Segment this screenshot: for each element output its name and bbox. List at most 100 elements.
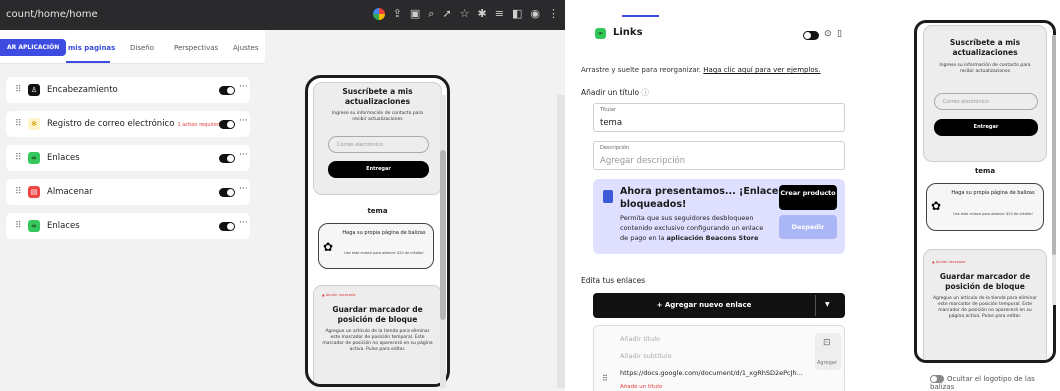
split-icon[interactable]: ◧	[512, 5, 522, 23]
drag-handle-icon[interactable]: ⠿	[602, 374, 608, 383]
submit-button[interactable]: Entregar	[328, 161, 429, 178]
section-title: tema	[367, 207, 388, 215]
link-title: Haga su propia página de balizas	[342, 230, 426, 236]
dismiss-button[interactable]: Despedir	[779, 215, 837, 239]
tab-ajustes[interactable]: Ajustes	[233, 44, 259, 52]
block-label: Enlaces	[47, 221, 80, 231]
link-title-input[interactable]: Añadir título	[620, 335, 660, 343]
person-icon: ♙	[28, 84, 40, 96]
visibility-toggle[interactable]	[219, 86, 235, 95]
block-label: Encabezamiento	[47, 85, 118, 95]
link-card[interactable]: ✿ Haga su propia página de balizas Use e…	[318, 223, 434, 269]
link-subtitle: Use este enlace para obtener $20 de créd…	[344, 251, 424, 255]
more-options-icon[interactable]: ···	[239, 218, 248, 228]
title-field[interactable]: Titular tema	[593, 103, 845, 132]
more-options-icon[interactable]: ···	[239, 116, 248, 126]
google-icon[interactable]	[372, 8, 385, 20]
send-icon[interactable]: ➚	[442, 5, 451, 23]
block-label: Enlaces	[47, 153, 80, 163]
hide-logo-option[interactable]: Ocultar el logotipo de las balizas	[930, 375, 1060, 391]
add-link-button[interactable]: + Agregar nuevo enlace ▼	[593, 293, 845, 318]
promo-description: Permita que sus seguidores desbloqueen c…	[620, 214, 764, 242]
help-icon[interactable]: ⓘ	[641, 88, 649, 97]
share-icon[interactable]: ⇪	[393, 5, 402, 23]
visibility-toggle[interactable]	[219, 188, 235, 197]
tab-perspectivas[interactable]: Perspectivas	[174, 44, 218, 52]
link-icon: ∞	[28, 152, 40, 164]
drag-handle-icon[interactable]: ⠿	[15, 85, 21, 95]
link-subtitle: Use este enlace para obtener $20 de créd…	[953, 212, 1033, 216]
queue-icon[interactable]: ≡	[495, 5, 504, 23]
block-label: Registro de correo electrónico 1 action r…	[47, 119, 221, 129]
submit-button[interactable]: Entregar	[934, 119, 1038, 136]
visibility-toggle[interactable]	[219, 120, 235, 129]
add-image-label: Agregar	[817, 360, 837, 366]
more-options-icon[interactable]: ···	[239, 150, 248, 160]
action-needed-badge: ▲ Acción necesaria	[932, 260, 966, 264]
links-header: Links	[613, 27, 643, 38]
description-placeholder: Agregar descripción	[600, 156, 686, 166]
block-row[interactable]: ⠿ ∞ Enlaces ···	[6, 213, 250, 239]
subscribe-title: Suscríbete a mis actualizaciones	[342, 87, 413, 106]
edit-links-label: Edita tus enlaces	[581, 276, 646, 285]
more-options-icon[interactable]: ···	[239, 184, 248, 194]
link-icon: ∞	[595, 28, 606, 39]
block-row[interactable]: ⠿ ▤ Almacenar ···	[6, 179, 250, 205]
locked-links-promo: Ahora presentamos... ¡Enlaces bloqueados…	[593, 179, 845, 254]
star-icon[interactable]: ☆	[460, 5, 470, 23]
link-editor-card: Añadir título Añadir subtítulo https://d…	[593, 325, 845, 391]
button-divider	[815, 295, 816, 316]
drag-handle-icon[interactable]: ⠿	[15, 119, 21, 129]
drag-handle-icon[interactable]: ⠿	[15, 187, 21, 197]
chevron-down-icon[interactable]: ▼	[825, 301, 830, 308]
app-button[interactable]: AR APLICACIÓN	[0, 39, 67, 56]
visibility-toggle[interactable]	[219, 222, 235, 231]
drag-handle-icon[interactable]: ⠿	[15, 153, 21, 163]
action-required-note: 1 action required	[177, 122, 221, 128]
scrollbar-thumb[interactable]	[1052, 35, 1056, 255]
email-field[interactable]: Correo electrónico	[934, 93, 1038, 110]
address-bar[interactable]: count/home/home	[6, 9, 98, 20]
subscribe-subtitle: Ingrese su información de contacto para …	[331, 111, 424, 122]
help-icon[interactable]: ⊙	[824, 29, 832, 39]
section-title: tema	[974, 167, 996, 175]
email-field[interactable]: Correo electrónico	[328, 136, 429, 153]
profile-icon[interactable]: ◉	[530, 5, 540, 23]
subscribe-subtitle: Ingrese su información de contacto para …	[939, 63, 1031, 74]
tab-mis-paginas[interactable]: mis paginas	[68, 44, 115, 52]
left-window: count/home/home ⇪ ▣ ⌕ ➚ ☆ ✱ ≡ ◧ ◉ ⋮ AR A…	[0, 0, 565, 391]
block-row[interactable]: ⠿ ✻ Registro de correo electrónico 1 acti…	[6, 111, 250, 137]
block-row[interactable]: ⠿ ∞ Enlaces ···	[6, 145, 250, 171]
link-url-input[interactable]: https://docs.google.com/document/d/1_xgR…	[620, 369, 803, 377]
zoom-icon[interactable]: ⌕	[428, 5, 434, 23]
add-title-link[interactable]: Añade un título	[620, 384, 662, 390]
menu-icon[interactable]: ⋮	[548, 5, 559, 23]
description-field[interactable]: Descripción Agregar descripción	[593, 141, 845, 170]
link-card[interactable]: ✿ Haga su propia página de balizas Use e…	[926, 183, 1044, 231]
more-options-icon[interactable]: ···	[239, 82, 248, 92]
image-icon: ⊡	[823, 338, 831, 348]
block-row[interactable]: ⠿ ♙ Encabezamiento ···	[6, 77, 250, 103]
links-visibility-toggle[interactable]	[803, 31, 819, 40]
tab-diseno[interactable]: Diseño	[130, 44, 154, 52]
add-link-label: + Agregar nuevo enlace	[656, 301, 752, 309]
create-product-button[interactable]: Crear producto	[779, 185, 837, 210]
pin-icon[interactable]: ✱	[478, 5, 487, 23]
screenshot-icon[interactable]: ▣	[410, 5, 420, 23]
right-window: ∞ Links ⊙ ▯ Arrastre y suelte para reorg…	[575, 0, 1060, 391]
page-scrollbar[interactable]	[557, 95, 565, 388]
examples-link[interactable]: Haga clic aquí para ver ejemplos.	[703, 66, 820, 74]
add-image-button[interactable]: ⊡ Agregar	[815, 333, 841, 370]
hide-logo-toggle[interactable]	[930, 375, 944, 383]
trash-icon[interactable]: ▯	[837, 29, 842, 39]
browser-tools: ⇪ ▣ ⌕ ➚ ☆ ✱ ≡ ◧ ◉ ⋮	[372, 5, 559, 23]
subscribe-card: Suscríbete a mis actualizaciones Ingrese…	[923, 25, 1047, 162]
visibility-toggle[interactable]	[219, 154, 235, 163]
store-placeholder-card[interactable]: ▲ Acción necesaria Guardar marcador de p…	[313, 285, 442, 384]
subscribe-title: Suscríbete a mis actualizaciones	[949, 38, 1021, 57]
app-header: AR APLICACIÓN mis paginas Diseño Perspec…	[0, 30, 265, 64]
scrollbar-thumb[interactable]	[440, 150, 446, 320]
store-placeholder-card[interactable]: ▲ Acción necesaria Guardar marcador de p…	[923, 249, 1047, 360]
drag-handle-icon[interactable]: ⠿	[15, 221, 21, 231]
link-subtitle-input[interactable]: Añadir subtítulo	[620, 352, 672, 360]
